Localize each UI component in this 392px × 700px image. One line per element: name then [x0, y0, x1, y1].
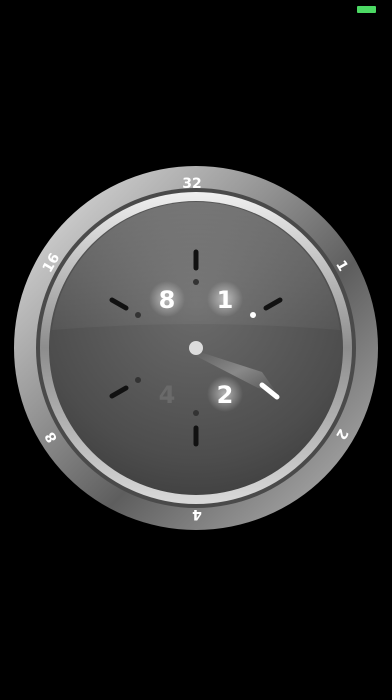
marker-dot-8 — [135, 377, 141, 383]
marker-dot-12 — [193, 279, 199, 285]
digit-one: 1 — [217, 286, 234, 314]
bezel-label-4: 4 — [192, 506, 202, 522]
clock-svg: 32 1 2 4 8 16 8 1 4 2 — [14, 166, 378, 530]
marker-dot-10 — [135, 312, 141, 318]
center-pin — [189, 341, 203, 355]
digit-eight: 8 — [159, 286, 176, 314]
digit-four: 4 — [159, 381, 176, 409]
marker-dot-2 — [250, 312, 256, 318]
marker-dot-6 — [193, 410, 199, 416]
bezel-label-32: 32 — [182, 176, 201, 192]
binary-clock: 32 1 2 4 8 16 8 1 4 2 — [0, 0, 392, 696]
digit-two: 2 — [217, 381, 234, 409]
